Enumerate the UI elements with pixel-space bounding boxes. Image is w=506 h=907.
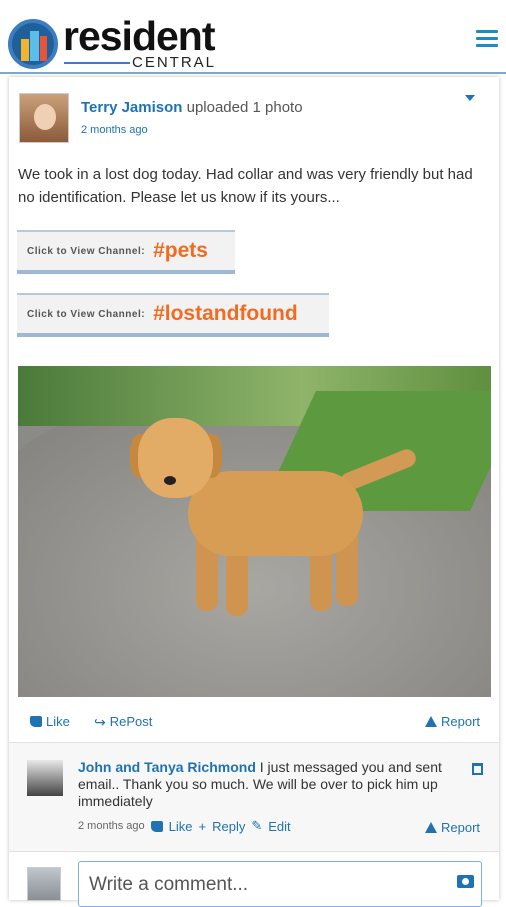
channel-button-lostandfound[interactable]: Click to View Channel: #lostandfound: [17, 293, 329, 337]
channel-button-pets[interactable]: Click to View Channel: #pets: [17, 230, 235, 274]
comment-body: John and Tanya Richmond I just messaged …: [78, 759, 458, 810]
share-icon: ↪: [94, 713, 106, 730]
channel-prefix: Click to View Channel:: [27, 308, 146, 320]
post-card: Terry Jamison uploaded 1 photo 2 months …: [9, 77, 499, 907]
post-photo[interactable]: [18, 366, 491, 697]
channel-prefix: Click to View Channel:: [27, 245, 146, 257]
logo-icon[interactable]: [8, 19, 58, 69]
author-name-link[interactable]: Terry Jamison: [81, 99, 182, 116]
post-timestamp[interactable]: 2 months ago: [81, 124, 148, 136]
comment-timestamp: 2 months ago: [78, 820, 145, 832]
post-options-chevron-down-icon[interactable]: [465, 95, 475, 101]
thumbs-up-icon: [30, 716, 42, 727]
logo-divider: [64, 62, 130, 64]
plus-icon: +: [198, 818, 207, 834]
post-action-text: uploaded 1 photo: [186, 99, 303, 116]
author-avatar[interactable]: [19, 93, 69, 143]
comment-like-button[interactable]: Like: [169, 819, 193, 834]
channel-tag: #pets: [153, 239, 208, 262]
comment-reply-button[interactable]: Reply: [212, 819, 245, 834]
comment-actions: 2 months ago Like + Reply ✎ Edit: [78, 818, 291, 834]
report-button[interactable]: Report: [425, 714, 480, 729]
report-label: Report: [441, 714, 481, 729]
trash-icon[interactable]: [472, 763, 483, 775]
warning-icon: [425, 716, 437, 727]
like-button[interactable]: Like: [30, 714, 70, 729]
commenter-avatar[interactable]: [27, 760, 63, 796]
repost-button[interactable]: ↪ RePost: [94, 714, 152, 729]
pencil-icon: ✎: [251, 818, 263, 833]
top-bar: resident CENTRAL: [0, 0, 506, 74]
comment-input[interactable]: Write a comment...: [78, 861, 482, 907]
comment-edit-button[interactable]: Edit: [268, 819, 290, 834]
post-actions: Like ↪ RePost Report: [18, 710, 490, 734]
thumbs-up-icon: [150, 820, 163, 832]
comment-report-button[interactable]: Report: [425, 820, 480, 835]
camera-icon[interactable]: [457, 875, 474, 888]
commenter-name-link[interactable]: John and Tanya Richmond: [78, 759, 256, 775]
channel-tag: #lostandfound: [153, 302, 298, 325]
current-user-avatar: [27, 867, 61, 901]
logo-word[interactable]: resident: [63, 14, 215, 58]
comment-report-label: Report: [441, 820, 481, 835]
like-label: Like: [46, 714, 70, 729]
post-header: Terry Jamison uploaded 1 photo: [81, 99, 303, 116]
repost-label: RePost: [109, 714, 153, 729]
logo-subtitle: CENTRAL: [132, 54, 217, 71]
warning-icon: [425, 822, 437, 833]
hamburger-icon[interactable]: [476, 30, 498, 48]
divider: [9, 851, 499, 852]
post-text: We took in a lost dog today. Had collar …: [18, 166, 473, 206]
